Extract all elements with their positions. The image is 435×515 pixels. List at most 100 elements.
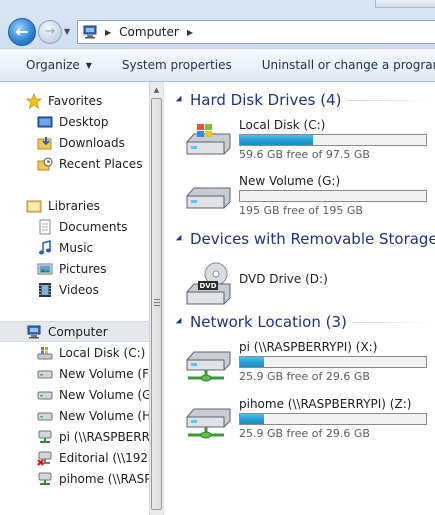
downloads-folder-icon <box>37 135 53 151</box>
videos-icon <box>37 282 53 298</box>
star-icon <box>25 92 43 109</box>
nav-label: Editorial (\\192.16 <box>59 451 149 465</box>
uninstall-program-button[interactable]: Uninstall or change a program <box>262 58 435 72</box>
content-pane: Hard Disk Drives (4) Local Disk (C:) 59.… <box>163 82 435 515</box>
nav-music[interactable]: Music <box>0 238 149 258</box>
group-title: Hard Disk Drives (4) <box>190 91 342 109</box>
group-header-hard-disk[interactable]: Hard Disk Drives (4) <box>164 90 435 110</box>
capacity-fill <box>240 414 265 424</box>
nav-new-volume-f[interactable]: New Volume (F:) <box>0 364 149 384</box>
drive-dvd-d[interactable]: DVD DVD Drive (D:) <box>164 256 435 305</box>
nav-label: Desktop <box>59 115 109 129</box>
network-drive-icon <box>184 401 234 439</box>
nav-label: Local Disk (C:) <box>59 346 146 360</box>
hard-drive-icon <box>37 387 53 403</box>
drive-network-pi-x[interactable]: pi (\\RASPBERRYPI) (X:) 25.9 GB free of … <box>164 338 435 383</box>
group-title: Devices with Removable Storage (1) <box>190 230 435 248</box>
nav-recent-places[interactable]: Recent Places <box>0 154 149 174</box>
nav-network-pihome[interactable]: pihome (\\RASPE <box>0 469 149 489</box>
system-drive-icon <box>37 345 53 361</box>
music-note-icon <box>37 240 53 256</box>
chevron-down-icon[interactable]: ▼ <box>86 61 92 70</box>
breadcrumb-computer[interactable]: Computer <box>119 25 179 39</box>
hard-drive-icon <box>37 408 53 424</box>
capacity-bar <box>239 356 427 368</box>
documents-icon <box>37 219 53 235</box>
nav-label: pihome (\\RASPE <box>59 472 149 486</box>
drive-free-space: 195 GB free of 195 GB <box>239 204 363 217</box>
network-drive-icon <box>37 471 53 487</box>
address-bar[interactable]: ▶ Computer ▶ <box>77 20 435 44</box>
capacity-bar <box>239 413 427 425</box>
nav-label: Pictures <box>59 262 107 276</box>
system-drive-icon <box>184 122 234 156</box>
drive-new-volume-g[interactable]: New Volume (G:) 195 GB free of 195 GB <box>164 172 435 217</box>
nav-label: Music <box>59 241 94 255</box>
drive-name: Local Disk (C:) <box>239 118 326 132</box>
title-bar: ← → ▼ ▶ Computer ▶ <box>0 0 435 48</box>
capacity-fill <box>240 135 313 145</box>
recent-places-icon <box>37 156 53 172</box>
chevron-down-icon: ▼ <box>64 27 71 36</box>
desktop-icon <box>37 114 53 130</box>
nav-label: New Volume (F:) <box>59 367 149 381</box>
scroll-up-arrow-icon[interactable]: ▲ <box>150 82 163 98</box>
collapse-triangle-icon[interactable] <box>175 95 185 105</box>
organize-button[interactable]: Organize <box>26 58 80 72</box>
nav-network-pi[interactable]: pi (\\RASPBERRY <box>0 427 149 447</box>
network-drive-icon <box>37 429 53 445</box>
nav-label: Downloads <box>59 136 125 150</box>
computer-icon <box>26 324 42 340</box>
nav-new-volume-h[interactable]: New Volume (H:) <box>0 406 149 426</box>
libraries-icon <box>26 198 42 214</box>
group-header-removable[interactable]: Devices with Removable Storage (1) <box>164 229 435 249</box>
nav-label: Recent Places <box>59 157 143 171</box>
breadcrumb-separator-icon[interactable]: ▶ <box>105 28 111 37</box>
drive-name: DVD Drive (D:) <box>239 272 328 286</box>
nav-scrollbar[interactable]: ▲ <box>149 82 163 515</box>
capacity-bar <box>239 190 427 202</box>
nav-new-volume-g[interactable]: New Volume (G:) <box>0 385 149 405</box>
nav-libraries[interactable]: Libraries <box>0 196 149 216</box>
nav-videos[interactable]: Videos <box>0 280 149 300</box>
grip-icon <box>154 299 160 307</box>
nav-local-disk-c[interactable]: Local Disk (C:) <box>0 343 149 363</box>
nav-label: New Volume (G:) <box>59 388 149 402</box>
scrollbar-thumb[interactable] <box>151 98 162 510</box>
drive-name: pihome (\\RASPBERRYPI) (Z:) <box>239 397 412 411</box>
forward-button[interactable]: → <box>38 20 62 44</box>
command-bar: Organize ▼ System properties Uninstall o… <box>0 48 435 82</box>
dvd-label: DVD <box>199 282 216 290</box>
nav-documents[interactable]: Documents <box>0 217 149 237</box>
group-divider <box>352 321 435 323</box>
nav-computer[interactable]: Computer <box>0 321 149 342</box>
back-arrow-icon: ← <box>15 22 29 41</box>
navigation-pane: Favorites Desktop Downloads Recent Place… <box>0 82 149 515</box>
system-properties-button[interactable]: System properties <box>122 58 232 72</box>
collapse-triangle-icon[interactable] <box>175 317 185 327</box>
nav-label: pi (\\RASPBERRY <box>59 430 149 444</box>
back-button[interactable]: ← <box>8 18 36 46</box>
nav-network-editorial[interactable]: Editorial (\\192.16 <box>0 448 149 468</box>
breadcrumb-separator-icon[interactable]: ▶ <box>187 28 193 37</box>
nav-label: Computer <box>48 324 108 339</box>
drive-name: New Volume (G:) <box>239 174 341 188</box>
recent-pages-dropdown[interactable]: ▼ <box>64 27 74 37</box>
nav-label: Libraries <box>48 199 100 213</box>
group-header-network[interactable]: Network Location (3) <box>164 312 435 332</box>
nav-label: Documents <box>59 220 128 234</box>
nav-favorites[interactable]: Favorites <box>0 91 149 111</box>
drive-network-pihome-z[interactable]: pihome (\\RASPBERRYPI) (Z:) 25.9 GB free… <box>164 395 435 440</box>
dvd-drive-icon: DVD <box>184 262 234 305</box>
drive-free-space: 25.9 GB free of 29.6 GB <box>239 370 370 383</box>
collapse-triangle-icon[interactable] <box>175 234 185 244</box>
capacity-bar <box>239 134 427 146</box>
nav-pictures[interactable]: Pictures <box>0 259 149 279</box>
drive-name: pi (\\RASPBERRYPI) (X:) <box>239 340 378 354</box>
hard-drive-icon <box>184 178 234 212</box>
drive-local-disk-c[interactable]: Local Disk (C:) 59.6 GB free of 97.5 GB <box>164 116 435 161</box>
computer-icon <box>82 25 98 39</box>
window-controls-strip[interactable] <box>375 0 435 8</box>
nav-desktop[interactable]: Desktop <box>0 112 149 132</box>
nav-downloads[interactable]: Downloads <box>0 133 149 153</box>
